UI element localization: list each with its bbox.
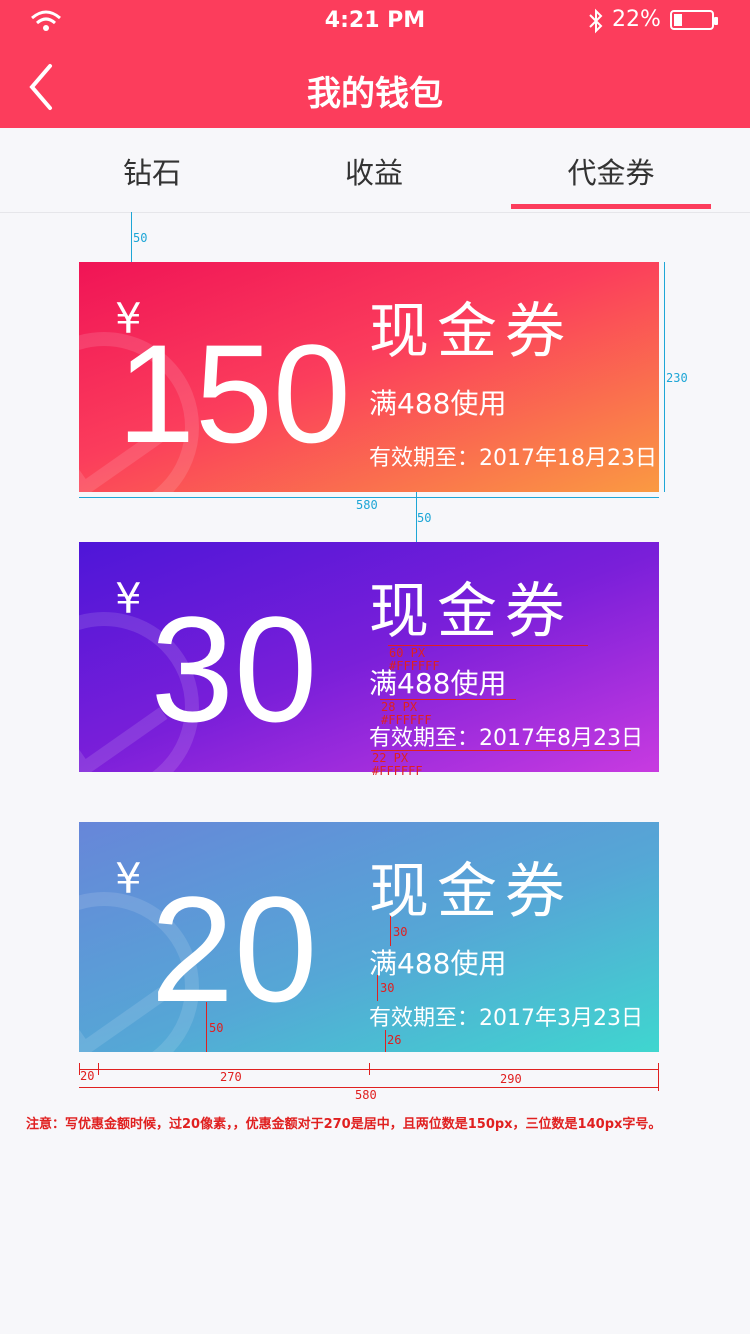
- voucher-card[interactable]: ¥ 30 现金券 满488使用 有效期至：2017年8月23日: [79, 542, 659, 772]
- measure-label: 50: [417, 511, 432, 525]
- voucher-card[interactable]: ¥ 20 现金券 满488使用 有效期至：2017年3月23日: [79, 822, 659, 1052]
- measure-label: 50: [133, 231, 148, 245]
- measure-label: 580: [356, 498, 378, 512]
- tab-diamond[interactable]: 钻石: [90, 150, 214, 192]
- app-header: 4:21 PM 22% 我的钱包: [0, 0, 750, 128]
- measure-line: [206, 1002, 207, 1052]
- measure-tick: [98, 1063, 99, 1075]
- voucher-amount: 20: [150, 865, 318, 1033]
- measure-label: #FFFFFF: [389, 659, 440, 673]
- measure-line: [385, 1030, 386, 1052]
- measure-label: 26: [387, 1033, 402, 1047]
- voucher-condition: 满488使用: [369, 947, 507, 980]
- measure-label: #FFFFFF: [381, 713, 432, 727]
- design-note: 注意：写优惠金额时候，过20像素，，优惠金额对于270是居中，且两位数是150p…: [26, 1117, 662, 1132]
- bluetooth-icon: [589, 8, 603, 34]
- measure-label: #FFFFFF: [372, 764, 423, 778]
- measure-label: 230: [666, 371, 688, 385]
- measure-label: 580: [355, 1088, 377, 1102]
- voucher-condition: 满488使用: [369, 667, 507, 700]
- measure-label: 30: [380, 981, 395, 995]
- measure-label: 20: [80, 1069, 95, 1083]
- status-bar: 4:21 PM 22%: [0, 0, 750, 44]
- voucher-amount: 30: [150, 585, 318, 753]
- voucher-title: 现金券: [369, 297, 573, 367]
- measure-line: [664, 262, 665, 492]
- tab-bar: 钻石 收益 代金券: [0, 128, 750, 213]
- active-tab-indicator: [511, 204, 711, 209]
- voucher-expiry: 有效期至：2017年18月23日: [369, 446, 657, 471]
- voucher-expiry: 有效期至：2017年8月23日: [369, 726, 643, 751]
- tab-earnings[interactable]: 收益: [312, 150, 436, 192]
- voucher-expiry: 有效期至：2017年3月23日: [369, 1006, 643, 1031]
- voucher-title: 现金券: [369, 577, 573, 647]
- measure-tick: [369, 1063, 370, 1075]
- measure-line: [377, 975, 378, 1001]
- measure-label: 22 PX: [372, 751, 409, 765]
- voucher-title: 现金券: [369, 857, 573, 927]
- voucher-card[interactable]: ¥ 150 现金券 满488使用 有效期至：2017年18月23日: [79, 262, 659, 492]
- measure-label: 270: [220, 1070, 242, 1084]
- voucher-amount: 150: [117, 315, 351, 472]
- battery-icon: [670, 10, 718, 30]
- measure-label: 28 PX: [381, 700, 418, 714]
- voucher-condition: 满488使用: [369, 387, 507, 420]
- measure-label: 30: [393, 925, 408, 939]
- measure-line: [390, 916, 391, 946]
- measure-label: 60 PX: [389, 646, 426, 660]
- battery-percent: 22%: [612, 7, 661, 32]
- tab-vouchers[interactable]: 代金券: [511, 150, 711, 192]
- measure-label: 50: [209, 1021, 224, 1035]
- measure-label: 290: [500, 1072, 522, 1086]
- measure-line: [371, 750, 631, 751]
- measure-line: [131, 212, 132, 262]
- page-title: 我的钱包: [307, 74, 443, 114]
